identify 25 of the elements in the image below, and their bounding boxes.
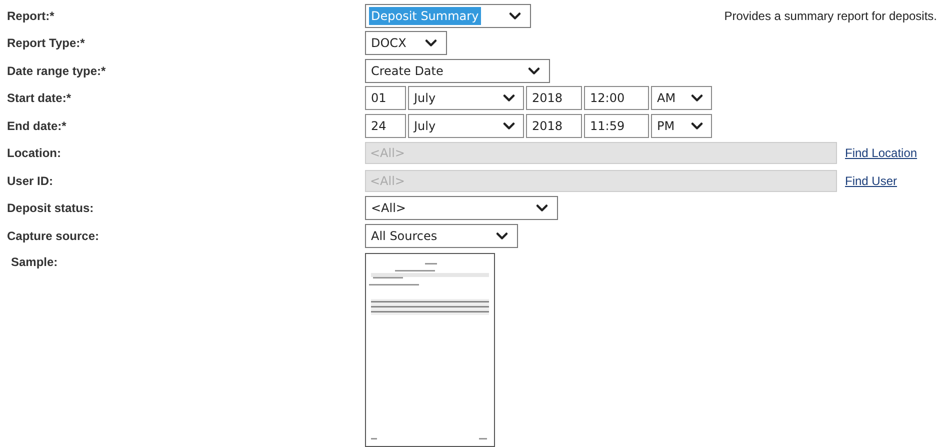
- field-label: Date range type:*: [6, 62, 107, 80]
- month-dropdown[interactable]: July: [408, 114, 524, 138]
- day-field[interactable]: 01: [365, 86, 406, 110]
- dropdown[interactable]: Create Date: [365, 58, 550, 83]
- field-label: End date:*: [6, 118, 68, 135]
- field-label: Sample:: [10, 254, 59, 270]
- day-field[interactable]: 24: [365, 114, 406, 138]
- year-field[interactable]: 2018: [526, 86, 582, 110]
- report-description: Provides a summary report for deposits.: [724, 8, 937, 25]
- time-field[interactable]: 12:00: [584, 86, 649, 110]
- field-label: User ID:: [6, 172, 54, 190]
- field-label: Report Type:*: [6, 35, 86, 52]
- field-label: Capture source:: [6, 228, 100, 245]
- field-label: Location:: [6, 145, 62, 162]
- dropdown[interactable]: <All>: [365, 196, 558, 220]
- field-label: Deposit status:: [6, 200, 95, 218]
- year-field[interactable]: 2018: [526, 114, 582, 138]
- field-label: Report:*: [6, 8, 56, 25]
- dropdown[interactable]: DOCX: [365, 31, 447, 56]
- time-field[interactable]: 11:59: [584, 114, 649, 138]
- month-dropdown[interactable]: July: [408, 86, 524, 110]
- ampm-dropdown[interactable]: PM: [651, 114, 712, 138]
- field-label: Start date:*: [6, 90, 72, 108]
- dropdown[interactable]: All Sources: [365, 224, 518, 248]
- ampm-dropdown[interactable]: AM: [651, 86, 712, 110]
